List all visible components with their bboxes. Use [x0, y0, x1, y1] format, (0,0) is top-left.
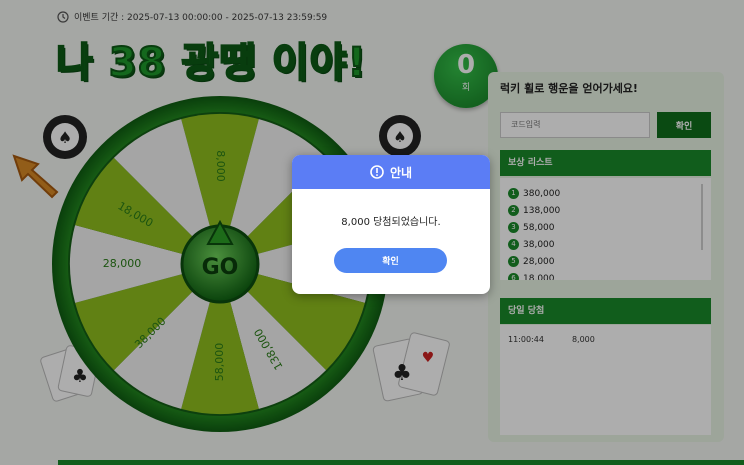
- modal-message: 8,000 당첨되었습니다.: [341, 217, 441, 228]
- modal-title: 안내: [389, 165, 413, 180]
- modal-header: 안내: [292, 155, 490, 189]
- event-page: 이벤트 기간 : 2025-07-13 00:00:00 - 2025-07-1…: [0, 0, 744, 465]
- modal-confirm-button[interactable]: 확인: [334, 248, 447, 273]
- notice-modal: 안내 8,000 당첨되었습니다. 확인: [292, 155, 490, 294]
- info-icon: [370, 165, 384, 179]
